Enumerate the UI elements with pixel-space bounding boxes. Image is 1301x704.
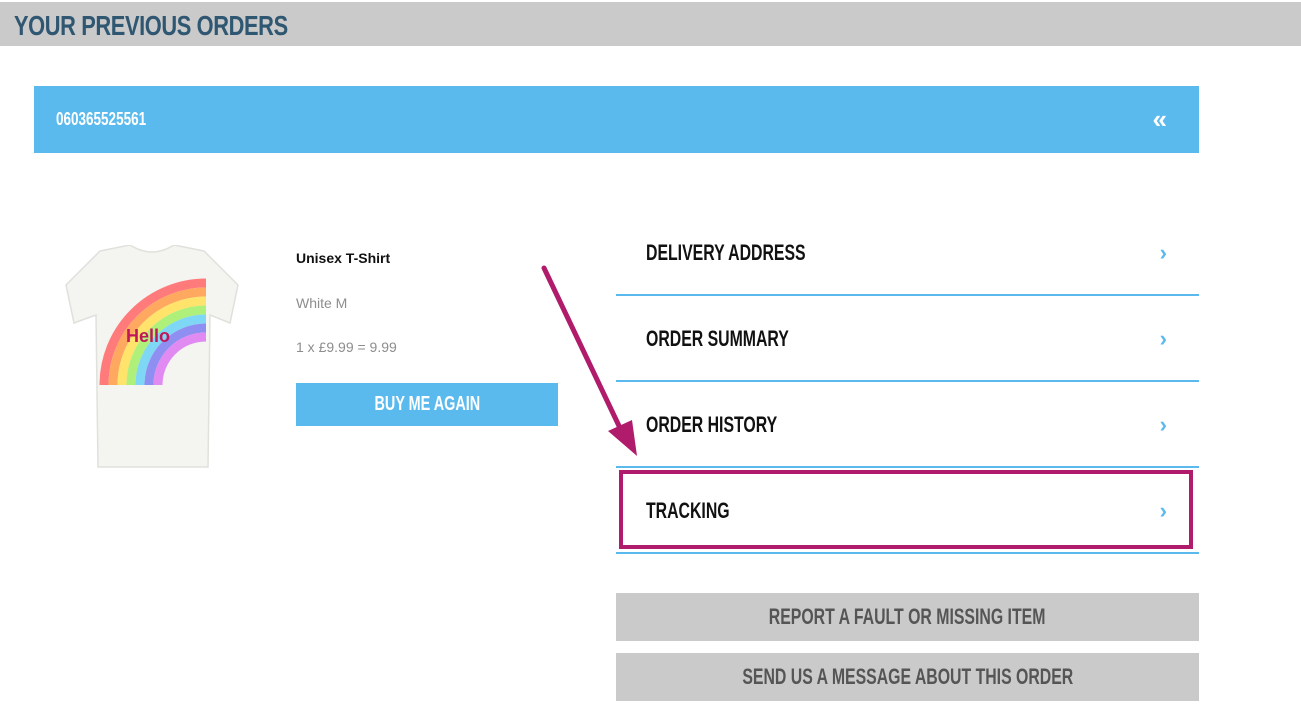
send-message-label: SEND US A MESSAGE ABOUT THIS ORDER — [742, 664, 1073, 689]
chevron-right-icon: › — [1159, 412, 1167, 437]
menu-item-order-history[interactable]: ORDER HISTORY › — [616, 382, 1199, 468]
collapse-chevron-icon[interactable]: « — [1153, 106, 1167, 132]
menu-item-label: ORDER HISTORY — [646, 412, 778, 437]
chevron-right-icon: › — [1159, 240, 1167, 265]
menu-item-label: DELIVERY ADDRESS — [646, 240, 806, 265]
page-title: YOUR PREVIOUS ORDERS — [14, 10, 288, 41]
report-fault-label: REPORT A FAULT OR MISSING ITEM — [769, 604, 1046, 629]
page-header: YOUR PREVIOUS ORDERS — [0, 2, 1301, 46]
product-name: Unisex T-Shirt — [296, 250, 391, 266]
product-image: Hello — [65, 245, 239, 468]
report-fault-button[interactable]: REPORT A FAULT OR MISSING ITEM — [616, 593, 1199, 641]
product-variant: White M — [296, 295, 348, 311]
chevron-right-icon: › — [1159, 326, 1167, 351]
menu-item-label: TRACKING — [646, 498, 730, 523]
product-image-text: Hello — [126, 326, 170, 346]
menu-item-delivery-address[interactable]: DELIVERY ADDRESS › — [616, 210, 1199, 296]
menu-item-label: ORDER SUMMARY — [646, 326, 789, 351]
order-number: 060365525561 — [56, 109, 147, 129]
buy-again-label: BUY ME AGAIN — [374, 393, 480, 415]
order-details-menu: DELIVERY ADDRESS › ORDER SUMMARY › ORDER… — [616, 210, 1199, 554]
send-message-button[interactable]: SEND US A MESSAGE ABOUT THIS ORDER — [616, 653, 1199, 701]
product-price: 1 x £9.99 = 9.99 — [296, 339, 397, 355]
buy-again-button[interactable]: BUY ME AGAIN — [296, 383, 558, 426]
order-header-bar[interactable]: 060365525561 « — [34, 86, 1199, 153]
menu-item-tracking[interactable]: TRACKING › — [616, 468, 1199, 554]
menu-item-order-summary[interactable]: ORDER SUMMARY › — [616, 296, 1199, 382]
chevron-right-icon: › — [1159, 498, 1167, 523]
